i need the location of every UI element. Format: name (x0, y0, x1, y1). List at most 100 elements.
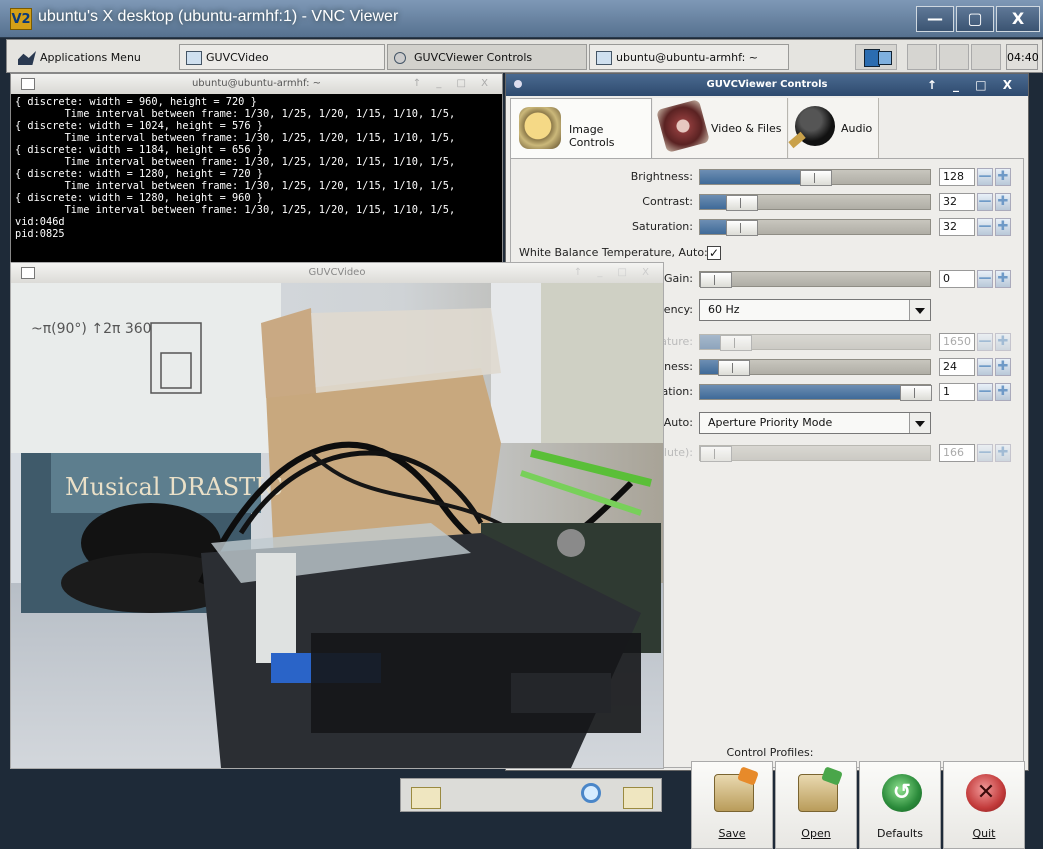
button-label: Open (801, 827, 831, 840)
task-guvcviewer-controls[interactable]: GUVCViewer Controls (387, 44, 587, 70)
save-folder-icon (714, 774, 754, 812)
wb-temperature-decrease-button[interactable]: — (977, 333, 993, 351)
saturation-label: Saturation: (631, 220, 693, 233)
terminal-title: ubuntu@ubuntu-armhf: ~ (191, 78, 322, 89)
quit-button[interactable]: ✕ Quit (943, 761, 1025, 849)
contrast-increase-button[interactable]: ✚ (995, 193, 1011, 211)
sharpness-slider[interactable] (699, 359, 931, 376)
contrast-slider[interactable] (699, 194, 931, 211)
brightness-label: Brightness: (630, 170, 693, 183)
window-icon (21, 267, 35, 279)
camera-preview[interactable]: Musical DRASTIC ~π(90°) ↑2π 360 (11, 283, 663, 768)
slider-handle[interactable] (726, 220, 758, 236)
saturation-increase-button[interactable]: ✚ (995, 218, 1011, 236)
controls-titlebar[interactable]: GUVCViewer Controls ↑ _ □ X (506, 74, 1028, 96)
bottom-panel (400, 778, 662, 812)
exposure-decrease-button[interactable]: — (977, 444, 993, 462)
controls-title: GUVCViewer Controls (706, 79, 828, 90)
tray-slot[interactable] (939, 44, 969, 70)
window-icon (186, 51, 202, 65)
wb-auto-checkbox[interactable]: ✓ (707, 246, 721, 260)
folder-icon[interactable] (623, 787, 653, 809)
slider-handle[interactable] (900, 385, 932, 401)
contrast-decrease-button[interactable]: — (977, 193, 993, 211)
chevron-down-icon[interactable] (909, 413, 930, 433)
slider-handle[interactable] (700, 272, 732, 288)
slider-handle[interactable] (800, 170, 832, 186)
sharpness-decrease-button[interactable]: — (977, 358, 993, 376)
wb-temperature-increase-button[interactable]: ✚ (995, 333, 1011, 351)
button-label: Save (718, 827, 746, 840)
camera-icon (394, 52, 406, 64)
applications-menu-label: Applications Menu (40, 51, 141, 64)
gain-slider[interactable] (699, 271, 931, 288)
brightness-decrease-button[interactable]: — (977, 168, 993, 186)
book-title: Musical DRASTIC (65, 473, 283, 501)
wb-temperature-slider[interactable] (699, 334, 931, 351)
search-icon[interactable] (581, 783, 601, 803)
slider-handle[interactable] (718, 360, 750, 376)
network-tray-icon[interactable] (855, 44, 897, 70)
sharpness-increase-button[interactable]: ✚ (995, 358, 1011, 376)
task-guvcvideo[interactable]: GUVCVideo (179, 44, 385, 70)
window-buttons[interactable]: ↑ _ □ X (413, 74, 494, 94)
terminal-output[interactable]: { discrete: width = 960, height = 720 } … (15, 96, 501, 261)
gain-value[interactable]: 0 (939, 270, 975, 288)
guvcvideo-window[interactable]: GUVCVideo ↑ _ □ X Musical DRASTIC ~π(90°… (10, 262, 664, 769)
window-buttons[interactable]: ↑ _ □ X (574, 263, 655, 283)
exposure-auto-select[interactable]: Aperture Priority Mode (699, 412, 931, 434)
terminal-titlebar[interactable]: ubuntu@ubuntu-armhf: ~ ↑ _ □ X (11, 74, 502, 94)
button-label: Quit (972, 827, 996, 840)
tray-slot[interactable] (907, 44, 937, 70)
tab-video-files[interactable]: Video & Files (653, 98, 788, 158)
slider-handle[interactable] (726, 195, 758, 211)
terminal-window[interactable]: ubuntu@ubuntu-armhf: ~ ↑ _ □ X { discret… (10, 73, 503, 263)
video-files-icon (656, 99, 710, 153)
saturation-value[interactable]: 32 (939, 218, 975, 236)
saturation-slider[interactable] (699, 219, 931, 236)
folder-icon[interactable] (411, 787, 441, 809)
open-profile-button[interactable]: Open (775, 761, 857, 849)
clock[interactable]: 04:40 (1006, 44, 1039, 70)
exposure-absolute-slider[interactable] (699, 445, 931, 462)
minimize-button[interactable]: — (916, 6, 954, 32)
sharpness-value[interactable]: 24 (939, 358, 975, 376)
whiteboard-writing: ~π(90°) ↑2π 360 (31, 321, 152, 337)
chevron-down-icon[interactable] (909, 300, 930, 320)
backlight-increase-button[interactable]: ✚ (995, 383, 1011, 401)
video-titlebar[interactable]: GUVCVideo ↑ _ □ X (11, 263, 663, 283)
brightness-increase-button[interactable]: ✚ (995, 168, 1011, 186)
save-profile-button[interactable]: Save (691, 761, 773, 849)
tab-audio[interactable]: Audio (789, 98, 879, 158)
brightness-slider[interactable] (699, 169, 931, 186)
gain-decrease-button[interactable]: — (977, 270, 993, 288)
defaults-button[interactable]: ↺ Defaults (859, 761, 941, 849)
tab-label: Video & Files (711, 122, 782, 135)
close-button[interactable]: X (996, 6, 1040, 32)
backlight-compensation-value[interactable]: 1 (939, 383, 975, 401)
exposure-increase-button[interactable]: ✚ (995, 444, 1011, 462)
window-buttons[interactable]: ↑ _ □ X (927, 74, 1018, 96)
vnc-logo-icon: V2 (10, 8, 32, 30)
tab-label: Image Controls (569, 123, 615, 149)
power-line-frequency-select[interactable]: 60 Hz (699, 299, 931, 321)
backlight-compensation-slider[interactable] (699, 384, 932, 401)
tab-label: Audio (841, 122, 873, 135)
window-menu-icon[interactable] (514, 80, 522, 88)
applications-menu-button[interactable]: Applications Menu (11, 44, 171, 70)
backlight-decrease-button[interactable]: — (977, 383, 993, 401)
tray-slot[interactable] (971, 44, 1001, 70)
maximize-button[interactable]: ▢ (956, 6, 994, 32)
taskbar: Applications Menu GUVCVideo GUVCViewer C… (6, 39, 1043, 73)
tab-image-controls[interactable]: Image Controls (510, 98, 652, 158)
contrast-value[interactable]: 32 (939, 193, 975, 211)
slider-handle[interactable] (720, 335, 752, 351)
exposure-absolute-value[interactable]: 166 (939, 444, 975, 462)
slider-handle[interactable] (700, 446, 732, 462)
wb-temperature-value[interactable]: 1650 (939, 333, 975, 351)
gain-increase-button[interactable]: ✚ (995, 270, 1011, 288)
brightness-value[interactable]: 128 (939, 168, 975, 186)
saturation-decrease-button[interactable]: — (977, 218, 993, 236)
task-terminal[interactable]: ubuntu@ubuntu-armhf: ~ (589, 44, 789, 70)
task-label: GUVCViewer Controls (414, 51, 533, 64)
